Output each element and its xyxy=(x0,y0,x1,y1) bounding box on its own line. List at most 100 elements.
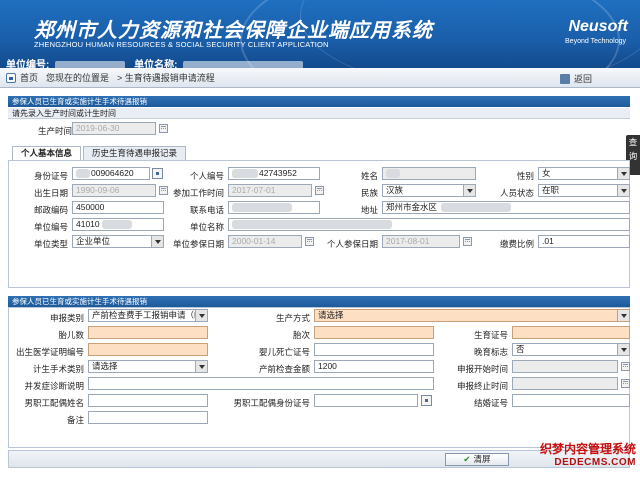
unit-type-select[interactable]: 企业单位 xyxy=(72,235,164,248)
chevron-down-icon xyxy=(199,365,205,369)
calendar-icon[interactable] xyxy=(305,237,314,246)
medical-cert-label: 出生医学证明编号 xyxy=(15,347,84,357)
masked-text xyxy=(232,203,292,213)
gender-label: 性别 xyxy=(516,171,534,181)
status-select[interactable]: 在职 xyxy=(538,184,630,197)
watermark-line2: DEDECMS.COM xyxy=(554,457,636,468)
tab-bar: 个人基本信息 历史生育待遇申报记录 xyxy=(12,146,188,160)
spouse-id-label: 男职工配偶身份证号 xyxy=(233,398,310,408)
fetus-count-field[interactable] xyxy=(88,326,208,339)
gender-value: 女 xyxy=(542,168,551,178)
clear-button[interactable]: ✔ 清屏 xyxy=(445,453,509,466)
spouse-name-field[interactable] xyxy=(88,394,208,407)
birth-time-field[interactable]: 2019-06-30 xyxy=(72,122,156,135)
delivery-value: 请选择 xyxy=(318,310,344,320)
calendar-icon[interactable] xyxy=(621,379,630,388)
section2-title: 参保人员已生育或实施计生手术待遇报销 xyxy=(8,296,630,307)
check-icon: ✔ xyxy=(463,454,471,464)
unit-ins-date-field[interactable]: 2000-01-14 xyxy=(228,235,302,248)
unit-no-label: 单位编号 xyxy=(33,222,68,232)
postcode-field[interactable]: 450000 xyxy=(72,201,164,214)
phone-label: 联系电话 xyxy=(189,205,224,215)
calendar-icon[interactable] xyxy=(621,362,630,371)
calendar-icon[interactable] xyxy=(463,237,472,246)
unit-no-value: 41010 xyxy=(76,219,100,229)
address-field[interactable]: 郑州市金水区 xyxy=(382,201,630,214)
apply-type-value: 产前检查费手工报销申请（B xyxy=(92,310,200,320)
nav-bar: 首页 您现在的位置是 > 生育待遇报销申请流程 返回 xyxy=(0,68,640,88)
chevron-down-icon xyxy=(621,348,627,352)
chevron-down-icon xyxy=(199,314,205,318)
gender-select[interactable]: 女 xyxy=(538,167,630,180)
masked-text xyxy=(101,220,132,230)
tab-history-records[interactable]: 历史生育待遇申报记录 xyxy=(83,146,187,160)
calendar-icon[interactable] xyxy=(315,186,324,195)
prenatal-amount-field[interactable]: 1200 xyxy=(314,360,434,373)
id-no-label: 身份证号 xyxy=(33,171,68,181)
masked-text xyxy=(232,169,258,179)
app-subtitle: ZHENGZHOU HUMAN RESOURCES & SOCIAL SECUR… xyxy=(34,40,329,49)
watermark: 织梦内容管理系统 DEDECMS.COM xyxy=(540,440,636,468)
id-lookup-icon[interactable] xyxy=(152,168,163,179)
tab-personal-info[interactable]: 个人基本信息 xyxy=(12,146,82,160)
masked-text xyxy=(76,169,90,179)
surgery-type-select[interactable]: 请选择 xyxy=(88,360,208,373)
pay-ratio-field[interactable]: .01 xyxy=(538,235,630,248)
name-field[interactable] xyxy=(382,167,476,180)
medical-cert-field[interactable] xyxy=(88,343,208,356)
delivery-select[interactable]: 请选择 xyxy=(314,309,630,322)
spouse-name-label: 男职工配偶姓名 xyxy=(24,398,84,408)
death-cert-label: 婴儿死亡证号 xyxy=(258,347,310,357)
marriage-cert-label: 结婚证号 xyxy=(473,398,508,408)
work-date-label: 参加工作时间 xyxy=(172,188,224,198)
birth-cert-field[interactable] xyxy=(512,326,630,339)
apply-end-field[interactable] xyxy=(512,377,618,390)
unit-ins-date-label: 单位参保日期 xyxy=(172,239,224,249)
back-icon xyxy=(559,73,570,84)
marriage-cert-field[interactable] xyxy=(512,394,630,407)
postcode-label: 邮政编码 xyxy=(33,205,68,215)
apply-start-field[interactable] xyxy=(512,360,618,373)
unit-name-field[interactable] xyxy=(228,218,630,231)
ethnic-select[interactable]: 汉族 xyxy=(382,184,476,197)
unit-name-value xyxy=(183,61,304,68)
late-marriage-value: 否 xyxy=(516,344,525,354)
phone-field[interactable] xyxy=(228,201,320,214)
complication-field[interactable] xyxy=(88,377,434,390)
calendar-icon[interactable] xyxy=(159,124,168,133)
remark-field[interactable] xyxy=(88,411,208,424)
chevron-down-icon xyxy=(621,314,627,318)
fetus-count-label: 胎儿数 xyxy=(58,330,84,340)
unit-name-label: 单位名称: xyxy=(134,60,178,68)
ethnic-value: 汉族 xyxy=(386,185,404,195)
fetus-order-label: 胎次 xyxy=(292,330,310,340)
unit-no-label: 单位编号: xyxy=(6,60,50,68)
ethnic-label: 民族 xyxy=(360,188,378,198)
status-value: 在职 xyxy=(542,185,560,195)
work-date-field[interactable]: 2017-07-01 xyxy=(228,184,312,197)
masked-text xyxy=(386,169,400,179)
spouse-id-field[interactable] xyxy=(314,394,418,407)
id-no-value: 009064620 xyxy=(91,168,134,178)
section-title: 参保人员已生育或实施计生手术待遇报销 xyxy=(8,96,630,107)
calendar-icon[interactable] xyxy=(159,186,168,195)
masked-text xyxy=(232,220,392,230)
death-cert-field[interactable] xyxy=(314,343,434,356)
person-no-field[interactable]: 42743952 xyxy=(228,167,320,180)
back-button[interactable]: 返回 xyxy=(559,72,600,85)
birth-date-field[interactable]: 1990-09-06 xyxy=(72,184,156,197)
nav-home-link[interactable]: 首页 xyxy=(20,71,38,84)
home-icon[interactable] xyxy=(6,72,16,83)
apply-type-select[interactable]: 产前检查费手工报销申请（B xyxy=(88,309,208,322)
unit-no-field[interactable]: 41010 xyxy=(72,218,164,231)
name-label: 姓名 xyxy=(360,171,378,181)
fetus-order-field[interactable] xyxy=(314,326,434,339)
id-lookup-icon[interactable] xyxy=(421,395,432,406)
id-no-field[interactable]: 009064620 xyxy=(72,167,150,180)
person-ins-date-field[interactable]: 2017-08-01 xyxy=(382,235,460,248)
watermark-line1: 织梦内容管理系统 xyxy=(539,442,636,456)
late-marriage-select[interactable]: 否 xyxy=(512,343,630,356)
birth-time-label: 生产时间 xyxy=(38,126,73,136)
surgery-type-label: 计生手术类别 xyxy=(32,364,84,374)
prenatal-amount-label: 产前检查金额 xyxy=(258,364,310,374)
